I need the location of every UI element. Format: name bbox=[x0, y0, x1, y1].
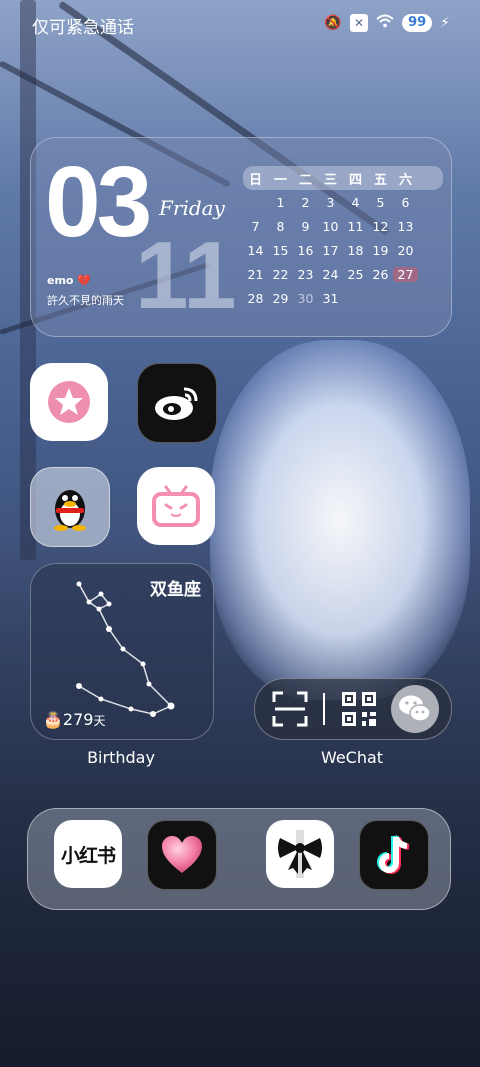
app-bow[interactable] bbox=[266, 820, 334, 888]
calendar-week-row: 7 8 9 10 11 12 13 bbox=[243, 214, 443, 238]
cake-icon: 🎂 bbox=[43, 710, 63, 729]
tiktok-note-icon bbox=[377, 835, 410, 874]
calendar-body: 1 2 3 4 5 6 7 8 9 10 11 12 13 14 15 16 17 18 19 20 21 22 23 24 2… bbox=[243, 190, 443, 310]
wechat-widget-label: WeChat bbox=[320, 748, 384, 767]
calendar-day: 7 bbox=[251, 218, 260, 234]
calendar-day: 26 bbox=[372, 266, 389, 282]
calendar-day: 13 bbox=[397, 218, 414, 234]
calendar-day: 4 bbox=[351, 194, 360, 210]
birthday-widget-label: Birthday bbox=[87, 748, 155, 767]
countdown-unit: 天 bbox=[93, 714, 106, 728]
calendar-day: 11 bbox=[347, 218, 364, 234]
app-xiaohongshu[interactable]: 小红书 bbox=[54, 820, 122, 888]
app-star[interactable] bbox=[30, 363, 108, 441]
mood-label: emo 💔 bbox=[47, 274, 92, 287]
calendar-day: 31 bbox=[322, 290, 339, 306]
calendar-weekday-header: 一 bbox=[273, 172, 287, 188]
calendar-week-row: 28 29 30 31 bbox=[243, 286, 443, 310]
calendar-day: 10 bbox=[322, 218, 339, 234]
weibo-icon bbox=[155, 387, 198, 420]
calendar-day: 6 bbox=[401, 194, 410, 210]
calendar-weekday-header: 五 bbox=[373, 172, 387, 188]
calendar-day: 29 bbox=[272, 290, 289, 306]
calendar-day: 28 bbox=[247, 290, 264, 306]
calendar-week-row: 21 22 23 24 25 26 27 bbox=[243, 262, 443, 286]
big-month-number: 11 bbox=[135, 222, 237, 329]
status-bar: 仅可紧急通话 🔕 ✕ 99 ⚡ bbox=[0, 0, 480, 48]
calendar-day: 22 bbox=[272, 266, 289, 282]
charging-icon: ⚡ bbox=[440, 15, 450, 31]
status-icons: 🔕 ✕ 99 ⚡ bbox=[324, 14, 450, 32]
xiaohongshu-logo: 小红书 bbox=[60, 844, 116, 867]
qq-penguin-icon bbox=[54, 490, 86, 531]
calendar-day: 1 bbox=[276, 194, 285, 210]
anime-girl-illustration bbox=[210, 340, 470, 700]
qr-code-icon[interactable] bbox=[341, 691, 377, 727]
pink-star-icon bbox=[48, 381, 90, 423]
app-weibo[interactable] bbox=[137, 363, 217, 443]
calendar-day: 3 bbox=[326, 194, 335, 210]
dock: 小红书 bbox=[27, 808, 451, 910]
countdown-days: 279 bbox=[62, 710, 94, 729]
app-qq[interactable] bbox=[30, 467, 110, 547]
calendar-day: 5 bbox=[376, 194, 385, 210]
divider bbox=[323, 693, 325, 725]
carrier-label: 仅可紧急通话 bbox=[32, 18, 134, 38]
battery-icon: 99 bbox=[402, 14, 433, 32]
calendar-weekday-header: 三 bbox=[323, 172, 337, 188]
mute-icon: 🔕 bbox=[324, 15, 342, 31]
calendar-day: 25 bbox=[347, 266, 364, 282]
wifi-icon bbox=[376, 14, 394, 32]
calendar-day: 27 bbox=[393, 266, 418, 282]
calendar-day: 21 bbox=[247, 266, 264, 282]
bow-icon bbox=[278, 830, 322, 878]
calendar-week-row: 14 15 16 17 18 19 20 bbox=[243, 238, 443, 262]
big-day-number: 03 bbox=[45, 146, 152, 258]
constellation-widget[interactable]: 双鱼座 🎂279天 bbox=[30, 563, 214, 740]
weekday-script: Friday bbox=[159, 196, 225, 220]
calendar-header: 日一二三四五六 bbox=[243, 166, 443, 190]
wechat-shortcut-widget[interactable] bbox=[254, 678, 452, 740]
calendar-day: 16 bbox=[297, 242, 314, 258]
calendar-day: 24 bbox=[322, 266, 339, 282]
app-bilibili[interactable] bbox=[137, 467, 215, 545]
calendar-day: 20 bbox=[397, 242, 414, 258]
calendar-week-row: 123456 bbox=[243, 190, 443, 214]
no-sim-icon: ✕ bbox=[350, 14, 369, 32]
app-heart[interactable] bbox=[147, 820, 217, 890]
calendar-weekday-header: 二 bbox=[298, 172, 312, 188]
heart-icon bbox=[162, 836, 202, 873]
scan-icon[interactable] bbox=[271, 690, 309, 728]
calendar-day: 9 bbox=[301, 218, 310, 234]
calendar-day: 15 bbox=[272, 242, 289, 258]
calendar-day: 14 bbox=[247, 242, 264, 258]
calendar-day: 12 bbox=[372, 218, 389, 234]
mini-calendar: 日一二三四五六 1 2 3 4 5 6 7 8 9 10 11 12 13 14 15 16 17 18 19 20 2… bbox=[243, 166, 443, 310]
calendar-weekday-header: 日 bbox=[248, 172, 262, 188]
calendar-weekday-header: 四 bbox=[348, 172, 362, 188]
bilibili-tv-icon bbox=[152, 485, 200, 527]
calendar-day: 18 bbox=[347, 242, 364, 258]
calendar-day: 2 bbox=[301, 194, 310, 210]
date-calendar-widget[interactable]: 03 11 Friday emo 💔 許久不見的雨天 日一二三四五六 12345… bbox=[30, 137, 452, 337]
app-tiktok[interactable] bbox=[359, 820, 429, 890]
wechat-icon[interactable] bbox=[391, 685, 439, 733]
calendar-day: 19 bbox=[372, 242, 389, 258]
birthday-countdown: 🎂279天 bbox=[43, 710, 105, 729]
mood-phrase: 許久不見的雨天 bbox=[47, 294, 124, 307]
calendar-day: 30 bbox=[297, 290, 314, 306]
calendar-day: 23 bbox=[297, 266, 314, 282]
calendar-weekday-header: 六 bbox=[398, 172, 412, 188]
calendar-day: 17 bbox=[322, 242, 339, 258]
calendar-day: 8 bbox=[276, 218, 285, 234]
